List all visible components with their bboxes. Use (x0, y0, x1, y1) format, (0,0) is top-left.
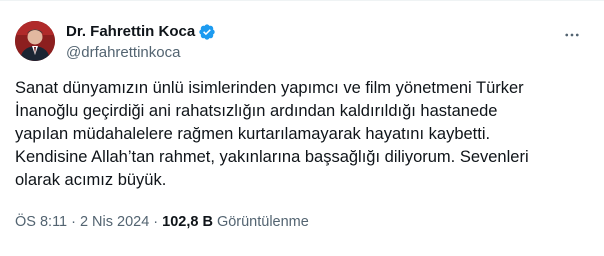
tweet-date[interactable]: 2 Nis 2024 (80, 214, 149, 230)
tweet-text: Sanat dünyamızın ünlü isimlerinden yapım… (15, 77, 590, 192)
tweet-card: Dr. Fahrettin Koca @drfahrettinkoca Sana… (0, 0, 604, 256)
author-info: Dr. Fahrettin Koca @drfahrettinkoca (66, 22, 216, 61)
tweet-text-line: Sanat dünyamızın ünlü isimlerinden yapım… (15, 79, 524, 97)
author-display-name[interactable]: Dr. Fahrettin Koca (66, 23, 195, 40)
tweet-time[interactable]: ÖS 8:11 (15, 214, 67, 230)
author-name-row: Dr. Fahrettin Koca (66, 22, 216, 41)
meta-separator: · (71, 214, 76, 230)
tweet-text-line: Kendisine Allah’tan rahmet, yakınlarına … (15, 148, 529, 166)
tweet-text-line: İnanoğlu geçirdiği ani rahatsızlığın ard… (15, 102, 498, 120)
tweet-text-line: olarak acımız büyük. (15, 171, 167, 189)
profile-photo (15, 21, 55, 61)
tweet-meta: ÖS 8:11 · 2 Nis 2024 · 102,8 B Görüntüle… (15, 214, 309, 230)
views-count[interactable]: 102,8 B (162, 214, 213, 230)
views-label: Görüntülenme (216, 214, 309, 230)
tweet-text-line: yapılan müdahalelere rağmen kurtarılamay… (15, 125, 491, 143)
verified-badge-icon[interactable] (198, 23, 216, 41)
more-options-icon[interactable] (562, 25, 582, 45)
avatar[interactable] (15, 21, 55, 61)
author-handle[interactable]: @drfahrettinkoca (66, 44, 216, 61)
meta-separator: · (153, 214, 159, 230)
